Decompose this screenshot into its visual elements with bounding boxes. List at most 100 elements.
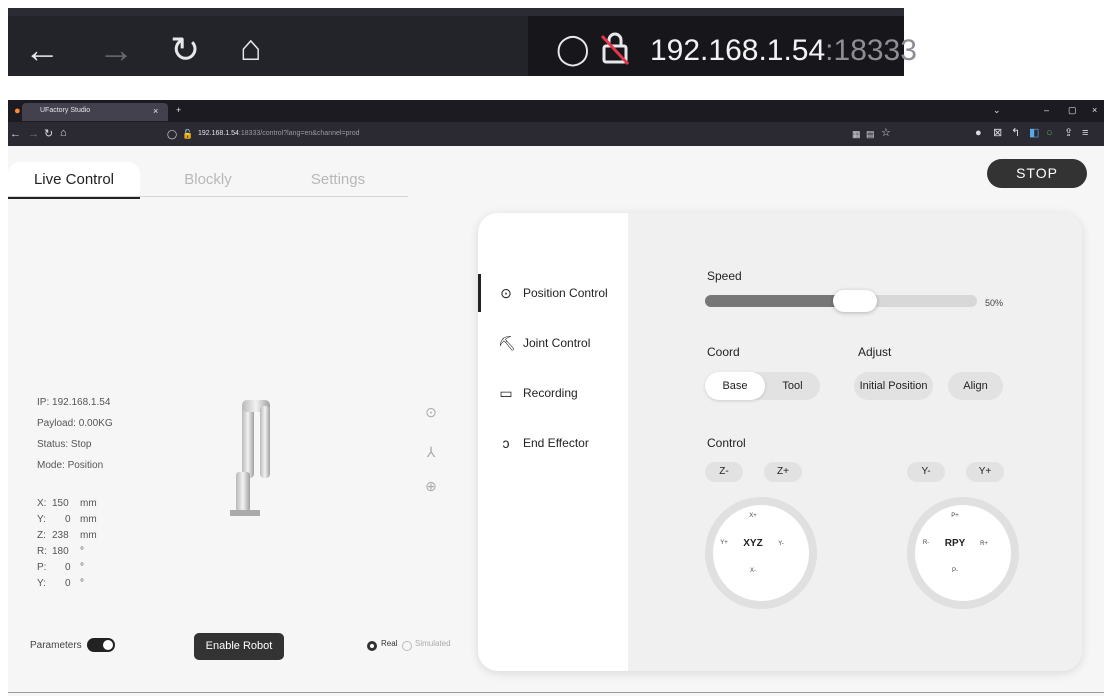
new-tab-icon[interactable]: + — [176, 105, 181, 115]
tab-settings[interactable]: Settings — [283, 162, 393, 197]
robot-arm-view[interactable] — [222, 398, 272, 522]
robot-status: Status: Stop — [37, 439, 92, 450]
home-icon[interactable]: ⌂ — [240, 30, 262, 66]
close-window-icon[interactable]: × — [1092, 105, 1097, 115]
z-plus-button[interactable]: Z+ — [764, 462, 802, 482]
reload-icon[interactable]: ↻ — [170, 32, 200, 68]
align-button[interactable]: Align — [948, 372, 1003, 400]
extension-icon[interactable]: ↰ — [1011, 127, 1020, 139]
menu-recording[interactable]: ▭ Recording — [478, 374, 628, 412]
url-bar[interactable]: 192.168.1.54:18333/control?lang=en&chann… — [198, 130, 360, 137]
back-icon[interactable]: ← — [24, 32, 60, 68]
tab-close-icon[interactable]: × — [153, 106, 158, 116]
extension-icon[interactable]: ● — [975, 127, 982, 139]
pos-unit: ° — [80, 578, 84, 589]
position-control-icon: ⊙ — [500, 285, 512, 301]
y-plus-button[interactable]: Y+ — [966, 462, 1004, 482]
window-list-icon[interactable]: ⌄ — [993, 105, 1001, 116]
url-path: :18333/control?lang=en&channel=prod — [238, 130, 360, 137]
maximize-icon[interactable]: ▢ — [1068, 105, 1077, 116]
stop-button[interactable]: STOP — [987, 159, 1087, 188]
z-minus-button[interactable]: Z- — [705, 462, 743, 482]
pos-value: 0 — [65, 562, 71, 573]
menu-active-indicator — [478, 274, 481, 312]
zoomed-address-bar: ← → ↻ ⌂ ◯ 192.168.1.54:18333 — [8, 8, 917, 76]
pos-value: 238 — [52, 530, 69, 541]
shield-icon[interactable]: ◯ — [167, 128, 177, 140]
extension-icon[interactable]: ○ — [1046, 127, 1053, 139]
pos-axis: Y: — [37, 514, 46, 525]
extension-icon[interactable]: ◧ — [1029, 127, 1039, 139]
rpy-left[interactable]: R- — [916, 540, 936, 546]
qr-code-icon[interactable]: ▦ — [852, 128, 861, 140]
pos-unit: mm — [80, 530, 97, 541]
rpy-right[interactable]: R+ — [974, 541, 994, 547]
adjust-label: Adjust — [858, 345, 892, 359]
inset-url-port: :18333 — [825, 34, 917, 67]
robot-ip: IP: 192.168.1.54 — [37, 397, 111, 408]
crosshair-icon[interactable]: ⊕ — [424, 479, 438, 493]
pos-value: 180 — [52, 546, 69, 557]
robot-payload: Payload: 0.00KG — [37, 418, 113, 429]
reload-icon[interactable]: ↻ — [44, 128, 53, 140]
tab-divider — [8, 196, 408, 197]
pos-value: 150 — [52, 498, 69, 509]
extension-icon[interactable]: ⊠ — [993, 127, 1002, 139]
share-icon[interactable]: ⇪ — [1064, 127, 1073, 139]
browser-tab-bar — [8, 100, 1104, 122]
xyz-bottom[interactable]: X- — [743, 568, 763, 574]
coord-base-label: Base — [722, 380, 748, 392]
axes-icon[interactable]: ⅄ — [424, 445, 438, 459]
firefox-icon: ● — [14, 105, 21, 117]
initial-position-button[interactable]: Initial Position — [854, 372, 933, 400]
tab-live-control[interactable]: Live Control — [8, 162, 140, 199]
xyz-right[interactable]: Y- — [771, 541, 791, 547]
insecure-lock-icon[interactable] — [600, 30, 630, 72]
bookmark-star-icon[interactable]: ☆ — [881, 127, 891, 139]
minimize-icon[interactable]: – — [1044, 105, 1049, 115]
xyz-left[interactable]: Y+ — [714, 540, 734, 546]
robot-mode: Mode: Position — [37, 460, 104, 471]
menu-label: Joint Control — [523, 336, 591, 350]
translate-icon[interactable]: ▤ — [866, 128, 875, 140]
location-pin-icon[interactable]: ⊙ — [424, 405, 438, 419]
rpy-top[interactable]: P+ — [945, 513, 965, 519]
xyz-top[interactable]: X+ — [743, 513, 763, 519]
bottom-divider — [8, 692, 1104, 693]
simulated-radio[interactable] — [402, 641, 412, 651]
coord-tool-button[interactable]: Tool — [765, 372, 820, 400]
rpy-center-label: RPY — [944, 538, 966, 549]
tab-blockly[interactable]: Blockly — [158, 162, 258, 197]
parameters-toggle[interactable] — [87, 638, 115, 652]
forward-icon[interactable]: → — [28, 128, 39, 140]
forward-icon[interactable]: → — [98, 32, 134, 68]
menu-joint-control[interactable]: ⛏ Joint Control — [478, 324, 628, 362]
speed-label: Speed — [707, 269, 742, 283]
shield-icon[interactable]: ◯ — [556, 32, 590, 68]
menu-icon[interactable]: ≡ — [1082, 127, 1088, 139]
control-panel-content — [628, 213, 1082, 671]
menu-end-effector[interactable]: ↄ End Effector — [478, 424, 628, 462]
back-icon[interactable]: ← — [10, 128, 21, 140]
parameters-label: Parameters — [30, 640, 82, 651]
browser-tab-title: UFactory Studio — [40, 107, 91, 114]
menu-position-control[interactable]: ⊙ Position Control — [478, 274, 628, 312]
home-icon[interactable]: ⌂ — [60, 127, 67, 139]
insecure-lock-icon[interactable]: 🔓 — [182, 128, 193, 140]
end-effector-icon: ↄ — [502, 435, 510, 451]
enable-robot-button[interactable]: Enable Robot — [194, 633, 284, 660]
recording-icon: ▭ — [499, 385, 513, 401]
menu-label: Recording — [523, 386, 578, 400]
url-host: 192.168.1.54 — [198, 130, 239, 137]
coord-label: Coord — [707, 345, 740, 359]
y-minus-button[interactable]: Y- — [907, 462, 945, 482]
joint-control-icon: ⛏ — [498, 335, 516, 351]
pos-axis: R: — [37, 546, 47, 557]
menu-label: Position Control — [523, 286, 608, 300]
inset-url-text[interactable]: 192.168.1.54:18333 — [650, 34, 917, 68]
speed-slider-handle[interactable] — [833, 290, 877, 312]
real-radio[interactable] — [367, 641, 377, 651]
pos-value: 0 — [65, 514, 71, 525]
rpy-bottom[interactable]: P- — [945, 568, 965, 574]
pos-unit: mm — [80, 514, 97, 525]
